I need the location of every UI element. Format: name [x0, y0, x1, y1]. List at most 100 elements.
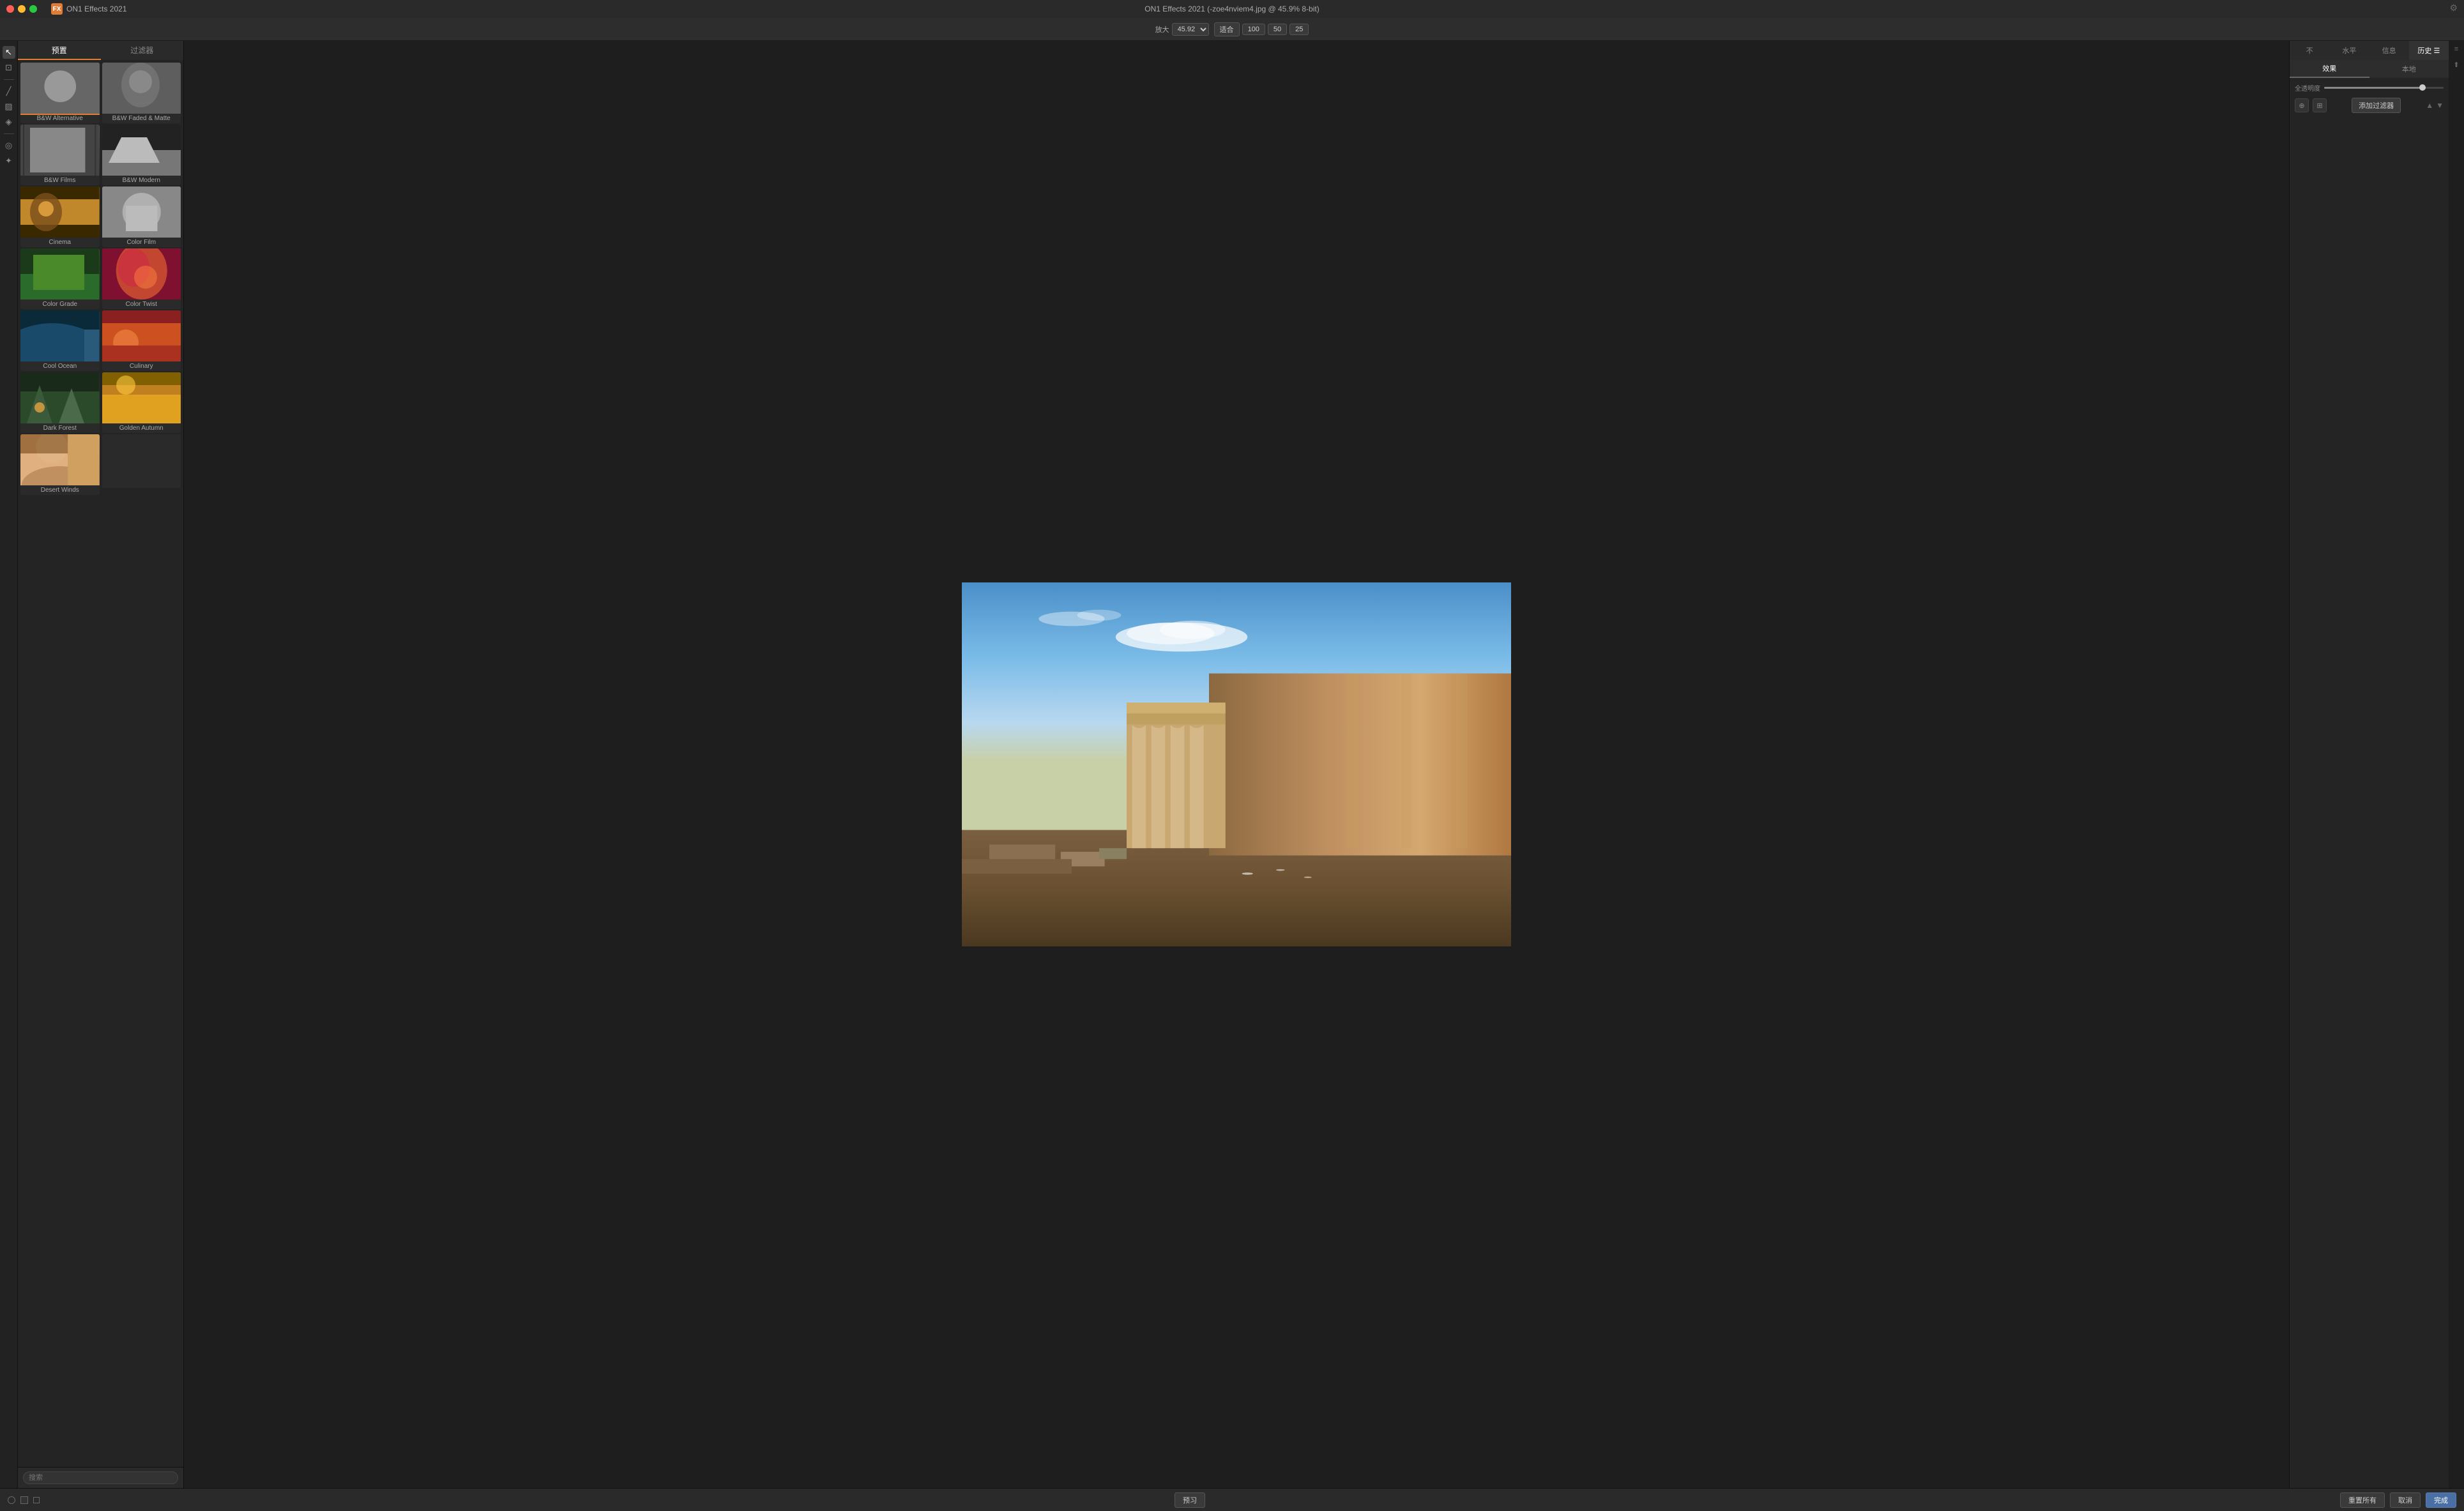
- preset-row-2: B&W Films B&W Modern: [20, 125, 181, 185]
- preset-color-twist[interactable]: Color Twist: [102, 248, 181, 309]
- preset-name-color-twist: Color Twist: [102, 300, 181, 309]
- preset-row-3: Cinema Color Film: [20, 186, 181, 247]
- left-panel: 预置 过滤器 B&W Alt: [18, 41, 184, 1488]
- preset-dark-forest[interactable]: Dark Forest: [20, 372, 100, 433]
- crop-tool[interactable]: ⊡: [3, 61, 15, 74]
- preset-name-bw-modern: B&W Modern: [102, 176, 181, 185]
- search-input[interactable]: [23, 1471, 178, 1484]
- preset-name-desert: Desert Winds: [20, 485, 100, 495]
- titlebar: FX ON1 Effects 2021 ON1 Effects 2021 (-z…: [0, 0, 2464, 18]
- minimize-button[interactable]: [18, 5, 26, 13]
- preset-thumb-color-film: [102, 186, 181, 238]
- sort-up-icon[interactable]: ▲: [2426, 101, 2433, 110]
- window-title: ON1 Effects 2021 (-zoe4nviem4.jpg @ 45.9…: [1145, 4, 1319, 13]
- btn-50[interactable]: 50: [1268, 24, 1287, 35]
- maximize-button[interactable]: [29, 5, 37, 13]
- tool-divider-1: [4, 79, 14, 80]
- preset-thumb-dark-forest: [20, 372, 100, 423]
- presets-grid: B&W Alternative B&W Faded & Matte: [18, 60, 183, 1467]
- preset-name-color-grade: Color Grade: [20, 300, 100, 309]
- copy-filter-icon[interactable]: ⊕: [2295, 98, 2309, 112]
- preset-thumb-color-grade: [20, 248, 100, 300]
- preset-name-cool-ocean: Cool Ocean: [20, 361, 100, 371]
- toolbar: 放大 45.92 适合 100 50 25: [0, 18, 2464, 41]
- canvas-area[interactable]: [184, 41, 2289, 1488]
- preview-button[interactable]: 预习: [1175, 1492, 1205, 1508]
- preset-name-bw-faded: B&W Faded & Matte: [102, 114, 181, 123]
- stamp-tool[interactable]: ◈: [3, 116, 15, 128]
- btn-100[interactable]: 100: [1242, 24, 1265, 35]
- preset-desert[interactable]: Desert Winds: [20, 434, 100, 495]
- zoom-select[interactable]: 45.92: [1172, 23, 1209, 36]
- right-icons: ≡ ⬆: [2449, 41, 2464, 1488]
- cancel-button[interactable]: 取消: [2390, 1492, 2421, 1508]
- tab-horizontal[interactable]: 水平: [2329, 41, 2369, 60]
- preset-cool-ocean[interactable]: Cool Ocean: [20, 310, 100, 371]
- tab-local[interactable]: 本地: [2369, 60, 2449, 78]
- opacity-row: 全透明度: [2295, 83, 2444, 93]
- preset-name-bw-films: B&W Films: [20, 176, 100, 185]
- traffic-lights: [6, 5, 37, 13]
- zoom-label: 放大: [1155, 24, 1169, 34]
- bottom-bar: 预习 重置所有 取消 完成: [0, 1488, 2464, 1511]
- panel-toggle-icon[interactable]: ≡: [2451, 43, 2462, 55]
- tab-info[interactable]: 信息: [2369, 41, 2409, 60]
- preset-thumb-empty: [102, 434, 181, 485]
- preset-tabs: 预置 过滤器: [18, 41, 183, 60]
- preset-row-6: Dark Forest Golden Autumn: [20, 372, 181, 433]
- bottom-right: 重置所有 取消 完成: [2340, 1492, 2456, 1508]
- preset-row-5: Cool Ocean Culinary: [20, 310, 181, 371]
- bottom-small-square-icon[interactable]: [33, 1497, 40, 1503]
- preset-thumb-color-twist: [102, 248, 181, 300]
- preset-cinema[interactable]: Cinema: [20, 186, 100, 247]
- preset-bw-faded[interactable]: B&W Faded & Matte: [102, 63, 181, 123]
- preset-color-grade[interactable]: Color Grade: [20, 248, 100, 309]
- bottom-square-icon[interactable]: [20, 1496, 28, 1504]
- preset-golden[interactable]: Golden Autumn: [102, 372, 181, 433]
- tab-preview[interactable]: 预置: [18, 41, 101, 60]
- preset-thumb-culinary: [102, 310, 181, 361]
- opacity-label: 全透明度: [2295, 83, 2320, 93]
- preset-thumb-bw-films: [20, 125, 100, 176]
- paste-filter-icon[interactable]: ⊞: [2313, 98, 2327, 112]
- fit-button[interactable]: 适合: [1214, 22, 1240, 36]
- tab-effects[interactable]: 效果: [2290, 60, 2369, 78]
- export-icon[interactable]: ⬆: [2451, 59, 2462, 70]
- preset-thumb-bw-faded: [102, 63, 181, 114]
- right-panel-content: 全透明度 ⊕ ⊞ 添加过滤器 ▲ ▼: [2290, 78, 2449, 1488]
- bottom-center: 预习: [1175, 1492, 1205, 1508]
- preset-thumb-cinema: [20, 186, 100, 238]
- right-panel: 不 水平 信息 历史 ☰ 效果 本地 全透明度 ⊕ ⊞ 添加过滤器 ▲ ▼: [2289, 41, 2449, 1488]
- sort-down-icon[interactable]: ▼: [2436, 101, 2444, 110]
- brush-tool[interactable]: ╱: [3, 85, 15, 98]
- left-toolbar: ↖ ⊡ ╱ ▨ ◈ ◎ ✦: [0, 41, 18, 1488]
- tab-history[interactable]: 历史 ☰: [2409, 41, 2449, 60]
- sort-icons: ▲ ▼: [2426, 101, 2444, 110]
- preset-color-film[interactable]: Color Film: [102, 186, 181, 247]
- gradient-tool[interactable]: ▨: [3, 100, 15, 113]
- tab-filters[interactable]: 过滤器: [101, 41, 184, 60]
- btn-25[interactable]: 25: [1289, 24, 1309, 35]
- bottom-left: [8, 1496, 40, 1504]
- done-button[interactable]: 完成: [2426, 1492, 2456, 1508]
- preset-thumb-desert: [20, 434, 100, 485]
- reset-all-button[interactable]: 重置所有: [2340, 1492, 2385, 1508]
- main-layout: ↖ ⊡ ╱ ▨ ◈ ◎ ✦ 预置 过滤器: [0, 41, 2464, 1488]
- eyedrop-tool[interactable]: ◎: [3, 139, 15, 152]
- preset-thumb-cool-ocean: [20, 310, 100, 361]
- overlay-tool[interactable]: ✦: [3, 155, 15, 167]
- tab-none[interactable]: 不: [2290, 41, 2329, 60]
- filter-actions: ⊕ ⊞ 添加过滤器 ▲ ▼: [2295, 98, 2444, 113]
- preset-bw-alt[interactable]: B&W Alternative: [20, 63, 100, 123]
- add-filter-button[interactable]: 添加过滤器: [2352, 98, 2401, 113]
- close-button[interactable]: [6, 5, 14, 13]
- settings-icon[interactable]: ⚙: [2449, 3, 2458, 13]
- bottom-circle-icon[interactable]: [8, 1496, 15, 1504]
- preset-culinary[interactable]: Culinary: [102, 310, 181, 371]
- preset-bw-modern[interactable]: B&W Modern: [102, 125, 181, 185]
- preset-bw-films[interactable]: B&W Films: [20, 125, 100, 185]
- preset-name-bw-alt: B&W Alternative: [20, 114, 100, 123]
- pointer-tool[interactable]: ↖: [3, 46, 15, 59]
- app-logo: FX: [51, 3, 63, 15]
- opacity-slider[interactable]: [2324, 87, 2444, 89]
